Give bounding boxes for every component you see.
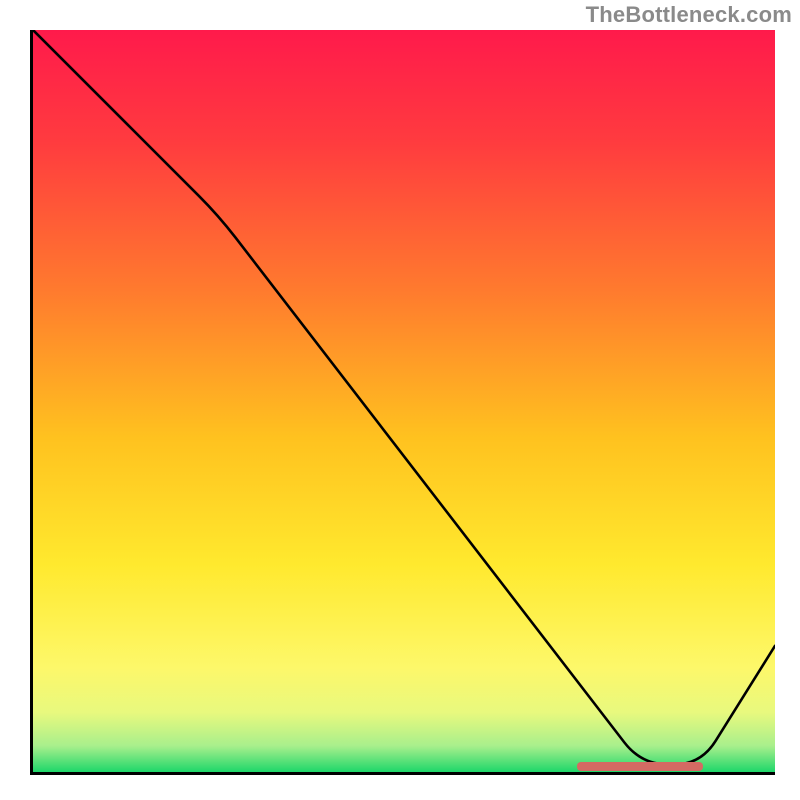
- plot-area: [30, 30, 775, 775]
- gradient-background: [33, 30, 775, 772]
- watermark-text: TheBottleneck.com: [586, 2, 792, 28]
- optimal-range-marker: [577, 762, 704, 771]
